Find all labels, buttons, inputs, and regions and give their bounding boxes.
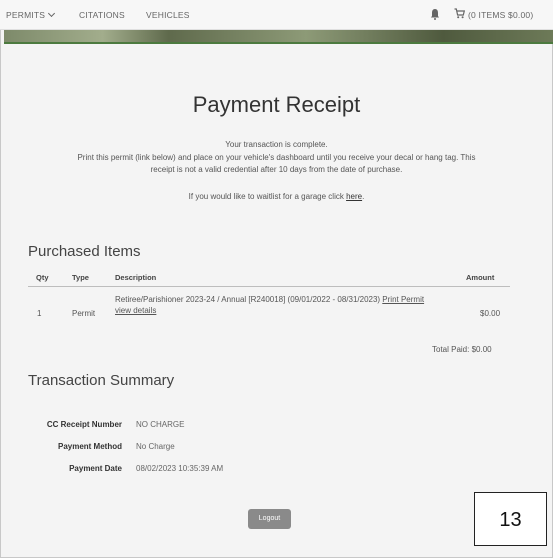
column-header-description: Description <box>115 273 157 282</box>
page-title: Payment Receipt <box>192 92 361 117</box>
waitlist-link[interactable]: here <box>346 192 362 201</box>
print-instructions-line2: receipt is not a valid credential after … <box>150 165 403 174</box>
payment-date-label: Payment Date <box>69 464 122 473</box>
payment-method-label: Payment Method <box>57 442 122 451</box>
cc-receipt-label: CC Receipt Number <box>46 420 122 429</box>
column-header-type: Type <box>72 273 89 282</box>
logout-button[interactable]: Logout <box>248 509 291 529</box>
cc-receipt-value: NO CHARGE <box>136 420 185 429</box>
purchased-items-heading: Purchased Items <box>28 243 141 260</box>
print-instructions-line1: Print this permit (link below) and place… <box>77 153 476 162</box>
header-banner-image <box>4 30 553 44</box>
row-type: Permit <box>72 309 96 318</box>
nav-vehicles[interactable]: VEHICLES <box>146 10 190 20</box>
cart-summary[interactable]: (0 ITEMS $0.00) <box>468 10 533 20</box>
column-header-qty: Qty <box>36 273 49 282</box>
page-number-label: 13 <box>474 492 547 546</box>
top-navigation: PERMITS CITATIONS VEHICLES (0 ITEMS $0.0… <box>0 0 553 30</box>
cart-icon[interactable] <box>454 8 465 19</box>
waitlist-message: If you would like to waitlist for a gara… <box>188 192 365 201</box>
payment-date-value: 08/02/2023 10:35:39 AM <box>136 464 224 473</box>
chevron-down-icon <box>48 9 56 18</box>
row-description: Retiree/Parishioner 2023-24 / Annual [R2… <box>115 295 425 315</box>
print-permit-link[interactable]: Print Permit <box>382 295 424 304</box>
transaction-summary-heading: Transaction Summary <box>28 372 175 389</box>
nav-permits[interactable]: PERMITS <box>6 9 56 20</box>
table-header-divider <box>28 286 510 287</box>
nav-citations[interactable]: CITATIONS <box>79 10 125 20</box>
row-qty: 1 <box>37 309 42 318</box>
column-header-amount: Amount <box>466 273 495 282</box>
payment-method-value: No Charge <box>136 442 175 451</box>
total-paid: Total Paid: $0.00 <box>432 345 492 354</box>
view-details-link[interactable]: view details <box>115 306 156 315</box>
transaction-complete-message: Your transaction is complete. <box>225 140 328 149</box>
bell-icon[interactable] <box>430 8 440 20</box>
row-amount: $0.00 <box>480 309 501 318</box>
